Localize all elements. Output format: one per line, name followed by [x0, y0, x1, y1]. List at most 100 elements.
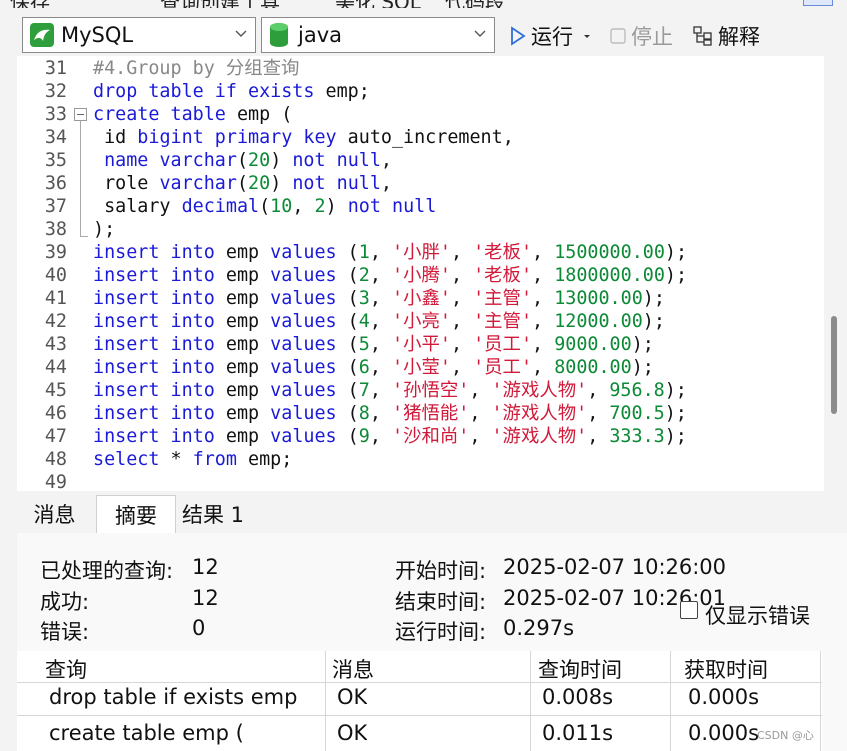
- database-select[interactable]: java: [261, 17, 495, 53]
- elapsed-label: 运行时间:: [395, 620, 487, 644]
- result-tabs: 消息 摘要 结果 1: [17, 495, 824, 533]
- code-line[interactable]: 42 insert into emp values (4, '小亮', '主管',…: [17, 310, 824, 333]
- code-token: ,: [450, 357, 474, 378]
- code-token: decimal: [181, 196, 260, 217]
- table-cell-message[interactable]: OK: [337, 721, 367, 745]
- caret-down-icon[interactable]: [581, 30, 593, 42]
- table-cell-query-time[interactable]: 0.008s: [542, 685, 613, 709]
- table-cell-query[interactable]: create table emp (: [49, 721, 244, 745]
- code-token: name varchar: [104, 150, 237, 171]
- code-line[interactable]: 41 insert into emp values (3, '小鑫', '主管',…: [17, 287, 824, 310]
- code-token: 12000.00: [554, 311, 643, 332]
- line-number: 38: [44, 219, 67, 240]
- code-token: 1: [358, 242, 370, 263]
- code-token: not null: [347, 196, 437, 217]
- code-line[interactable]: 45 insert into emp values (7, '孙悟空', '游戏人…: [17, 379, 824, 402]
- tab-messages[interactable]: 消息: [17, 495, 92, 533]
- code-token: 9: [358, 426, 370, 447]
- code-line[interactable]: 32 drop table if exists emp;: [17, 80, 824, 103]
- code-line[interactable]: 43 insert into emp values (5, '小平', '员工',…: [17, 333, 824, 356]
- code-token: ): [325, 196, 348, 217]
- code-token: emp: [214, 380, 271, 401]
- run-label: 运行: [531, 25, 573, 49]
- code-line[interactable]: 31 #4.Group by 分组查询: [17, 57, 824, 80]
- code-token: values: [270, 357, 337, 378]
- line-number: 33: [44, 104, 67, 125]
- code-line[interactable]: 40 insert into emp values (2, '小腾', '老板',…: [17, 264, 824, 287]
- code-line[interactable]: 34 id bigint primary key auto_increment,: [17, 126, 824, 149]
- code-token: ,: [450, 265, 474, 286]
- stop-label: 停止: [631, 25, 673, 49]
- table-cell-query[interactable]: drop table if exists emp: [49, 685, 297, 709]
- sql-editor[interactable]: 31 #4.Group by 分组查询 32 drop table if exists…: [17, 56, 824, 491]
- code-token: );: [642, 311, 665, 332]
- errors-only-checkbox[interactable]: [680, 601, 698, 619]
- code-line[interactable]: 38);: [17, 218, 824, 241]
- tab-result-1[interactable]: 结果 1: [177, 495, 249, 533]
- code-token: values: [270, 403, 337, 424]
- fold-toggle-icon[interactable]: [74, 108, 87, 121]
- window-button[interactable]: [803, 0, 833, 6]
- code-token: 700.5: [609, 403, 665, 424]
- table-cell-fetch-time[interactable]: 0.000s: [688, 685, 759, 709]
- code-line[interactable]: 35 name varchar(20) not null,: [17, 149, 824, 172]
- explain-button[interactable]: 解释: [692, 22, 760, 50]
- code-token: emp: [214, 334, 271, 355]
- line-number: 45: [44, 380, 67, 401]
- code-token: salary: [93, 196, 182, 217]
- save-button[interactable]: 保存: [10, 0, 50, 8]
- code-snippet-button[interactable]: 代码段: [445, 0, 505, 8]
- table-cell-fetch-time[interactable]: 0.000s: [688, 721, 759, 745]
- table-cell-query-time[interactable]: 0.011s: [542, 721, 613, 745]
- code-line[interactable]: 44 insert into emp values (6, '小莹', '员工',…: [17, 356, 824, 379]
- code-token: 8000.00: [554, 357, 632, 378]
- mysql-icon: [30, 23, 54, 47]
- code-token: insert into: [93, 426, 215, 447]
- fold-guide-end: [80, 236, 88, 237]
- code-token: );: [631, 334, 654, 355]
- line-number: 36: [44, 173, 67, 194]
- code-token: ,: [369, 311, 392, 332]
- column-header-query[interactable]: 查询: [45, 654, 87, 684]
- code-token: from: [192, 449, 237, 470]
- code-token: ,: [369, 334, 392, 355]
- column-header-query-time[interactable]: 查询时间: [538, 654, 622, 684]
- code-text: insert into emp values (2, '小腾', '老板', 1…: [93, 264, 687, 287]
- tab-summary[interactable]: 摘要: [96, 495, 176, 533]
- start-time-label: 开始时间:: [395, 559, 487, 583]
- code-token: ,: [450, 242, 474, 263]
- code-token: );: [664, 380, 687, 401]
- run-button[interactable]: 运行: [509, 22, 593, 50]
- code-token: ,: [532, 288, 555, 309]
- column-header-fetch-time[interactable]: 获取时间: [684, 654, 768, 684]
- code-line[interactable]: 47 insert into emp values (9, '沙和尚', '游戏人…: [17, 425, 824, 448]
- code-token: values: [270, 426, 337, 447]
- code-text: #4.Group by 分组查询: [93, 57, 299, 80]
- code-line[interactable]: 36 role varchar(20) not null,: [17, 172, 824, 195]
- code-token: ,: [369, 426, 392, 447]
- stop-button[interactable]: 停止: [609, 22, 673, 50]
- code-token: #4.Group by 分组查询: [93, 58, 300, 79]
- code-line[interactable]: 33 create table emp (: [17, 103, 824, 126]
- table-cell-message[interactable]: OK: [337, 685, 367, 709]
- code-line[interactable]: 37 salary decimal(10, 2) not null: [17, 195, 824, 218]
- code-text: insert into emp values (6, '小莹', '员工', 8…: [93, 356, 654, 379]
- column-header-message[interactable]: 消息: [332, 654, 374, 684]
- code-token: insert into: [93, 288, 215, 309]
- code-line[interactable]: 49: [17, 471, 824, 491]
- code-token: '小亮': [392, 311, 451, 332]
- code-token: (: [236, 173, 249, 194]
- code-line[interactable]: 46 insert into emp values (8, '猪悟能', '游戏人…: [17, 402, 824, 425]
- column-divider: [530, 651, 531, 751]
- code-token: values: [270, 380, 337, 401]
- connection-select[interactable]: MySQL: [22, 17, 256, 53]
- editor-scrollbar-thumb[interactable]: [831, 316, 837, 414]
- code-line[interactable]: 48 select * from emp;: [17, 448, 824, 471]
- query-builder-button[interactable]: 查询创建工具: [160, 0, 280, 8]
- line-number: 35: [44, 150, 67, 171]
- code-token: values: [270, 265, 337, 286]
- code-text: insert into emp values (5, '小平', '员工', 9…: [93, 333, 654, 356]
- code-line[interactable]: 39 insert into emp values (1, '小胖', '老板',…: [17, 241, 824, 264]
- code-token: ,: [587, 403, 610, 424]
- beautify-sql-button[interactable]: 美化 SQL: [335, 0, 421, 8]
